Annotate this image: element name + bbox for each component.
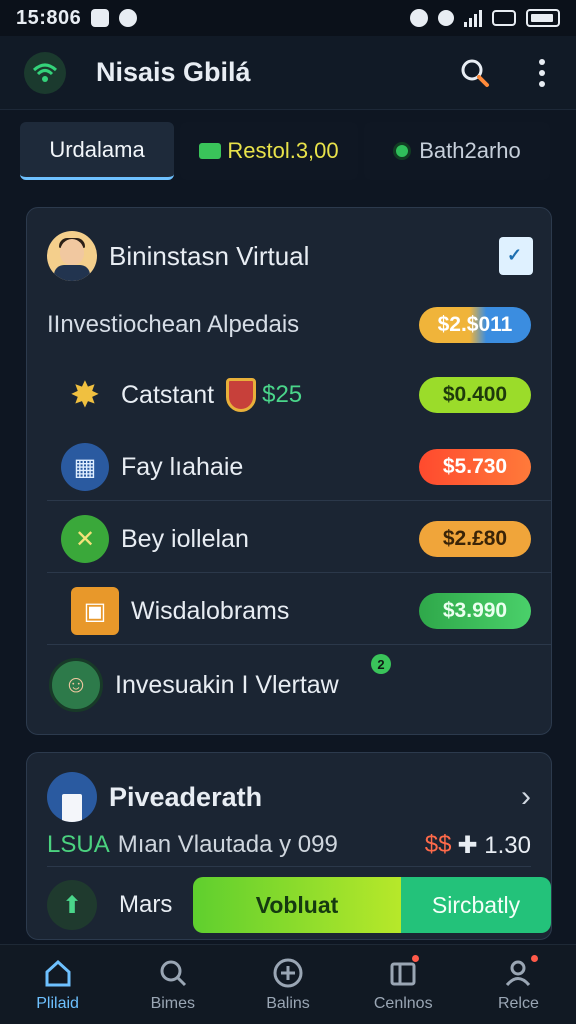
profile-icon: [502, 957, 534, 989]
nav-label: Balins: [266, 994, 310, 1012]
list-item[interactable]: ☺ Invesuakin I Vlertaw 2: [49, 650, 531, 720]
card-title: Bininstasn Virtual: [109, 240, 310, 271]
home-icon: [42, 957, 74, 989]
list-item[interactable]: ▣ Wisdalobrams $3.990: [71, 576, 531, 646]
row-label: Invesuakin I Vlertaw: [115, 670, 339, 699]
amount-currency: $$: [424, 831, 452, 858]
tab-label: Bath2arho: [419, 138, 521, 163]
list-item[interactable]: ✸ Catstant $25 $0.400: [61, 360, 531, 430]
box-icon: ▣: [71, 587, 119, 635]
amount-pill: $5.730: [419, 449, 531, 485]
amount-pill: $2.£80: [419, 521, 531, 557]
tab-bath[interactable]: Bath2arho: [364, 122, 550, 180]
screen-icon: [492, 10, 516, 26]
search-icon[interactable]: [458, 56, 492, 90]
notification-icon: [91, 9, 110, 27]
clipboard-check-icon[interactable]: [499, 237, 533, 275]
avatar: ☺: [49, 658, 103, 712]
app-bar: Nisais Gbilá: [0, 36, 576, 110]
status-time: 15:806: [16, 6, 82, 29]
more-options-icon[interactable]: [532, 58, 552, 87]
tab-urdalama[interactable]: Urdalama: [20, 122, 174, 180]
sword-icon: ✕: [61, 515, 109, 563]
chevron-right-icon[interactable]: ›: [521, 780, 531, 814]
notification-dot: [411, 955, 419, 962]
amount-pill: $2.$011: [419, 307, 531, 343]
card-info-line: LSUA Mıan Vlautada y 099 $$ ✚ 1.30: [47, 827, 531, 863]
nav-label: Cenlnos: [373, 994, 433, 1012]
secondary-button[interactable]: Sircbatly: [401, 877, 551, 933]
status-bar: 15:806: [0, 0, 576, 36]
tab-label: Restol.3,00: [227, 138, 339, 163]
wifi-status-icon: [438, 10, 454, 26]
notification-badge: 2: [371, 654, 391, 674]
row-label: Mars: [119, 891, 173, 918]
nav-home[interactable]: Plilaid: [0, 945, 115, 1024]
nav-wallet[interactable]: Cenlnos: [346, 945, 461, 1024]
tab-label: Urdalama: [49, 136, 145, 162]
list-item[interactable]: IInvestiochean Alpedais $2.$011: [47, 290, 531, 360]
divider: [47, 866, 531, 867]
nav-search[interactable]: Bimes: [115, 945, 230, 1024]
row-label: Catstant: [121, 380, 215, 409]
app-title: Nisais Gbilá: [96, 57, 251, 87]
signal-icon: [464, 9, 482, 27]
chart-icon: ⬆: [47, 880, 97, 930]
nav-label: Relce: [497, 994, 539, 1012]
nav-label: Plilaid: [36, 994, 79, 1012]
add-icon: [272, 957, 304, 989]
private-card: Piveaderath › LSUA Mıan Vlautada y 099 $…: [26, 752, 552, 940]
nav-label: Bimes: [150, 994, 196, 1012]
row-label: Wisdalobrams: [131, 596, 290, 625]
row-label: Bey iollelan: [121, 524, 249, 553]
list-item[interactable]: ▦ Fay lıahaie $5.730: [61, 432, 531, 502]
money-icon: [199, 143, 222, 159]
star-badge-icon: ✸: [69, 374, 101, 415]
battery-icon: [526, 9, 560, 27]
amount-pill: $0.400: [419, 377, 531, 413]
row-extra-value: $25: [262, 381, 303, 408]
action-row: ⬆ Mars Vobluat Sircbatly: [47, 877, 551, 933]
tab-restol[interactable]: Restol.3,00: [180, 122, 358, 180]
info-text: Mıan Vlautada y 099: [117, 831, 338, 858]
avatar: [47, 231, 97, 281]
amount-pill: $3.990: [419, 593, 531, 629]
nav-add[interactable]: Balins: [230, 945, 345, 1024]
leaf-icon: [393, 142, 412, 160]
bottom-navigation: Plilaid Bimes Balins Cenlnos Relce: [0, 944, 576, 1024]
list-item[interactable]: ✕ Bey iollelan $2.£80: [61, 504, 531, 574]
notification-dot: [530, 955, 538, 962]
row-label: IInvestiochean Alpedais: [47, 311, 300, 338]
wifi-logo-icon: [24, 51, 66, 94]
row-label: Fay lıahaie: [121, 452, 244, 481]
search-icon: [157, 957, 189, 989]
shield-icon: [226, 378, 257, 412]
primary-button[interactable]: Vobluat: [193, 877, 401, 933]
building-icon: ▦: [61, 443, 109, 491]
card-title: Piveaderath: [109, 781, 263, 812]
virtual-investments-card: Bininstasn Virtual IInvestiochean Alpeda…: [26, 207, 552, 735]
nav-profile[interactable]: Relce: [461, 945, 576, 1024]
tab-bar: Urdalama Restol.3,00 Bath2arho: [20, 122, 556, 182]
alarm-icon: [410, 9, 428, 27]
amount-value: ✚ 1.30: [457, 831, 532, 859]
avatar: [47, 772, 97, 822]
app-notification-icon: [119, 9, 138, 27]
info-tag: LSUA: [47, 831, 110, 858]
